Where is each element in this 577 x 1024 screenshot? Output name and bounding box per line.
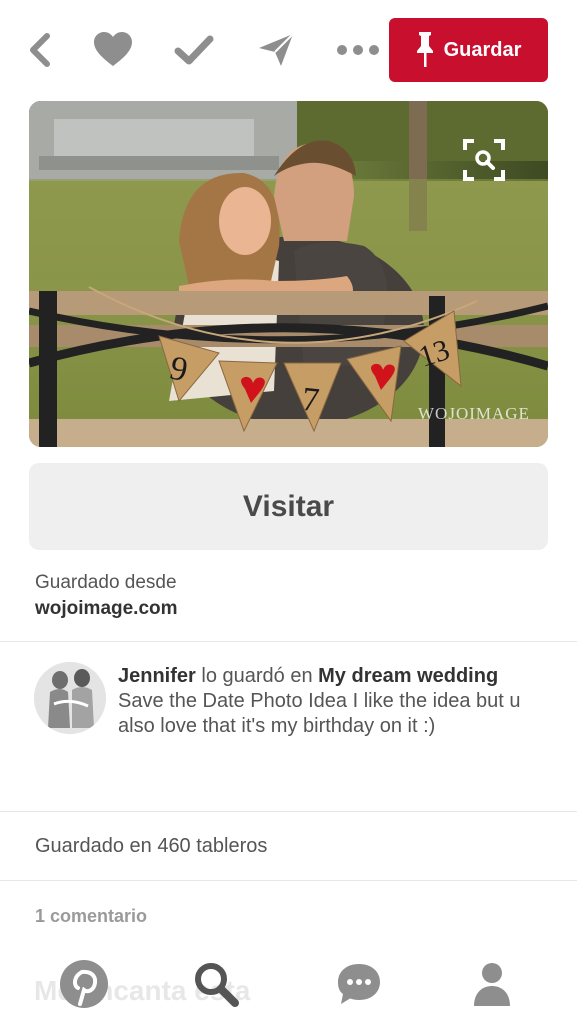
nav-profile[interactable] bbox=[462, 954, 522, 1014]
bottom-navigation bbox=[0, 948, 577, 1024]
visual-search-icon bbox=[463, 139, 505, 181]
back-button[interactable] bbox=[18, 28, 62, 72]
checkmark-icon bbox=[174, 35, 214, 65]
saved-from-section: Guardado desde wojoimage.com bbox=[35, 572, 178, 620]
saver-info: Jennifer lo guardó en My dream wedding S… bbox=[118, 664, 538, 739]
nav-home[interactable] bbox=[54, 954, 114, 1014]
saved-count-link[interactable]: Guardado en 460 tableros bbox=[35, 835, 267, 858]
board-name[interactable]: My dream wedding bbox=[318, 665, 498, 687]
more-button[interactable] bbox=[336, 28, 380, 72]
divider bbox=[0, 641, 577, 642]
visit-button-label: Visitar bbox=[242, 489, 335, 523]
saver-action: lo guardó en bbox=[201, 665, 313, 687]
visual-search-button[interactable] bbox=[462, 138, 506, 182]
nav-search[interactable] bbox=[186, 954, 246, 1014]
pushpin-icon bbox=[416, 32, 433, 67]
search-icon bbox=[195, 963, 239, 1007]
saved-from-label: Guardado desde bbox=[35, 572, 177, 593]
heart-icon bbox=[94, 32, 132, 66]
paper-plane-icon bbox=[259, 33, 294, 66]
source-domain-link[interactable]: wojoimage.com bbox=[35, 598, 178, 620]
visit-button[interactable]: Visitar bbox=[29, 463, 548, 550]
saver-name[interactable]: Jennifer bbox=[118, 665, 196, 687]
divider bbox=[0, 811, 577, 812]
like-button[interactable] bbox=[91, 28, 135, 72]
send-button[interactable] bbox=[254, 28, 298, 72]
comments-count[interactable]: 1 comentario bbox=[35, 906, 147, 927]
chevron-left-icon bbox=[30, 33, 50, 67]
image-watermark: WOJOIMAGE bbox=[418, 404, 530, 423]
avatar[interactable] bbox=[34, 662, 106, 734]
done-button[interactable] bbox=[172, 28, 216, 72]
nav-messages[interactable] bbox=[329, 954, 389, 1014]
divider bbox=[0, 880, 577, 881]
save-button-label: Guardar bbox=[443, 38, 522, 61]
save-button[interactable]: Guardar bbox=[389, 18, 548, 82]
chat-bubble-icon bbox=[338, 964, 380, 1004]
top-action-bar: Guardar bbox=[0, 0, 577, 100]
ellipsis-icon bbox=[337, 45, 379, 55]
person-icon bbox=[474, 963, 510, 1006]
pinterest-logo-icon bbox=[60, 960, 108, 1008]
pin-description: Save the Date Photo Idea I like the idea… bbox=[118, 690, 521, 737]
